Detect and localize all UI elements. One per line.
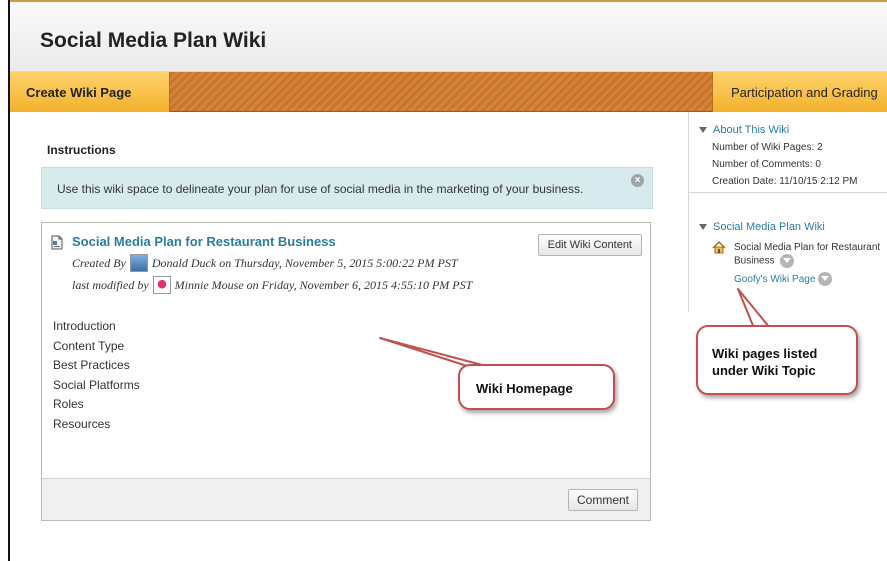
wiki-homepage-callout: Wiki Homepage [458, 364, 615, 410]
triangle-down-icon [699, 224, 707, 230]
callout-text: Wiki pages listed under Wiki Topic [712, 345, 817, 379]
avatar [129, 254, 148, 272]
chevron-down-icon[interactable] [818, 272, 833, 286]
modified-by-value: Minnie Mouse on Friday, November 6, 2015… [174, 277, 473, 292]
wiki-page-title[interactable]: Social Media Plan for Restaurant Busines… [72, 234, 336, 249]
callout-text: Wiki Homepage [476, 381, 573, 396]
created-by-line: Created By Donald Duck on Thursday, Nove… [72, 254, 458, 272]
wiki-pages-callout: Wiki pages listed under Wiki Topic [696, 325, 858, 395]
sidebar-item-goofys-page[interactable]: Goofy's Wiki Page [734, 272, 887, 286]
chevron-down-icon[interactable] [780, 254, 795, 268]
wiki-comments-count: Number of Comments: 0 [712, 159, 821, 170]
list-item: Roles [53, 397, 84, 411]
list-item: Content Type [53, 338, 125, 353]
sidebar-item-label: Social Media Plan for Restaurant Busines… [734, 242, 881, 267]
page-title: Social Media Plan Wiki [40, 29, 267, 52]
list-item: Best Practices [53, 358, 130, 372]
list-item: Resources [53, 416, 111, 431]
sidebar: About This Wiki Number of Wiki Pages: 2 … [688, 112, 887, 312]
callout-line: under Wiki Topic [712, 363, 816, 378]
about-wiki-toggle[interactable]: About This Wiki [699, 124, 857, 136]
panel-footer: Comment [42, 478, 650, 520]
triangle-down-icon [699, 127, 707, 133]
callout-line: Wiki pages listed [712, 346, 818, 361]
close-icon[interactable]: × [631, 174, 644, 187]
home-icon [712, 241, 726, 254]
sidebar-divider [689, 192, 887, 193]
creation-date: Creation Date: 11/10/15 2:12 PM [712, 176, 858, 187]
wiki-page-icon [51, 235, 63, 250]
avatar [152, 276, 171, 294]
wiki-topic-heading: Social Media Plan Wiki [713, 221, 825, 233]
wiki-topic-section: Social Media Plan Wiki Social Media Plan… [699, 221, 887, 286]
modified-by-label: last modified by [72, 277, 149, 292]
sidebar-item-home-page[interactable]: Social Media Plan for Restaurant Busines… [712, 241, 887, 268]
wiki-topic-toggle[interactable]: Social Media Plan Wiki [699, 221, 887, 233]
created-by-value: Donald Duck on Thursday, November 5, 201… [151, 255, 458, 270]
instructions-text: Use this wiki space to delineate your pl… [57, 182, 584, 196]
wiki-pages-count: Number of Wiki Pages: 2 [712, 142, 823, 153]
action-bar: Create Wiki Page Participation and Gradi… [10, 72, 887, 112]
create-wiki-page-button[interactable]: Create Wiki Page [10, 72, 170, 112]
about-wiki-heading: About This Wiki [713, 124, 790, 136]
sidebar-item-label: Goofy's Wiki Page [734, 273, 816, 285]
list-item: Introduction [53, 319, 116, 333]
modified-by-line: last modified by Minnie Mouse on Friday,… [72, 276, 472, 294]
page-header: Social Media Plan Wiki [10, 2, 887, 72]
table-of-contents: Introduction Content Type Best Practices… [53, 317, 140, 434]
instructions-title: Instructions [47, 143, 116, 157]
list-item: Social Platforms [53, 377, 140, 392]
about-wiki-section: About This Wiki Number of Wiki Pages: 2 … [699, 124, 857, 187]
comment-button[interactable]: Comment [567, 489, 638, 511]
instructions-box: Use this wiki space to delineate your pl… [41, 167, 653, 209]
participation-grading-button[interactable]: Participation and Grading [712, 72, 887, 112]
created-by-label: Created By [72, 255, 126, 270]
edit-wiki-content-button[interactable]: Edit Wiki Content [537, 234, 642, 256]
